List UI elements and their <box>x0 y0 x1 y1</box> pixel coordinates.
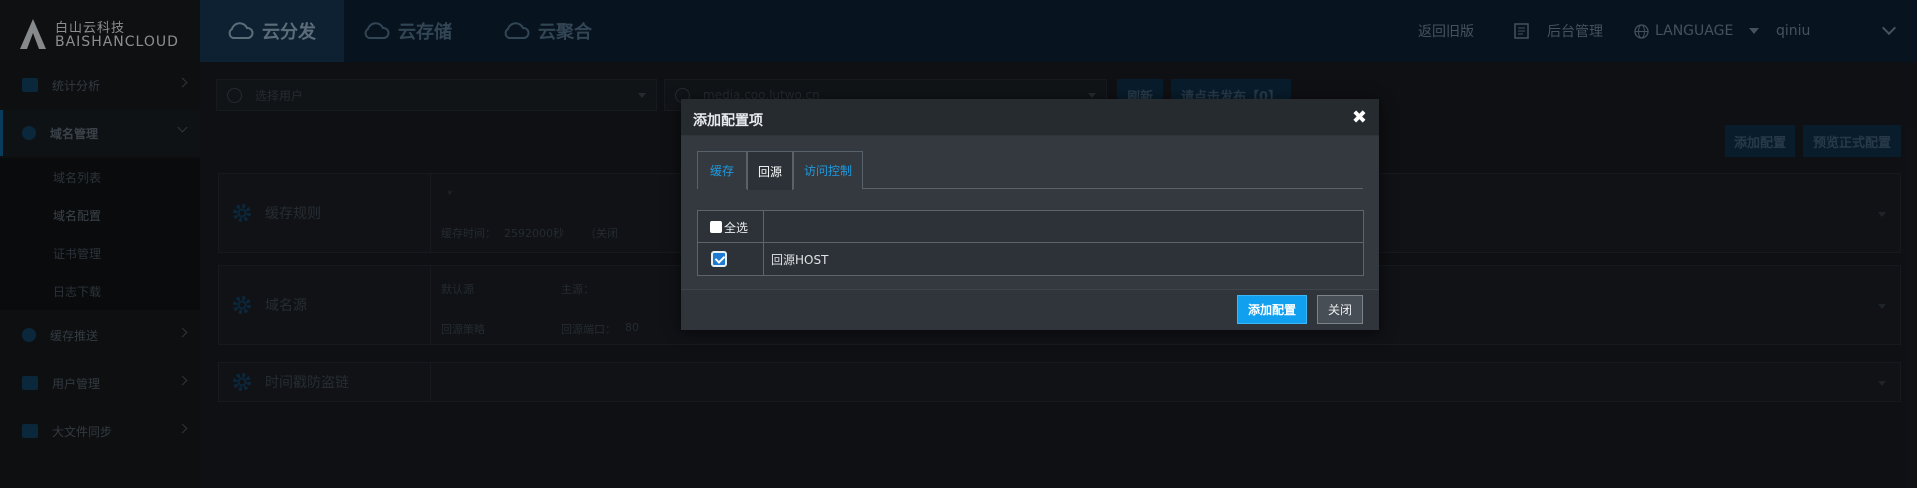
dialog-tabs: 缓存 回源 访问控制 <box>697 151 1363 190</box>
dialog-title: 添加配置项 <box>693 113 763 129</box>
close-icon[interactable]: ✖ <box>1352 107 1367 128</box>
dialog-header: 添加配置项 ✖ <box>681 99 1379 136</box>
tab-origin[interactable]: 回源 <box>747 151 793 190</box>
select-all-checkbox[interactable] <box>710 221 722 233</box>
close-dialog-button[interactable]: 关闭 <box>1317 295 1363 324</box>
option-label: 回源HOST <box>771 252 829 267</box>
tab-access-control[interactable]: 访问控制 <box>793 151 863 189</box>
tab-cache[interactable]: 缓存 <box>697 151 747 189</box>
select-all-cell[interactable]: 全选 <box>698 211 764 243</box>
confirm-add-config-button[interactable]: 添加配置 <box>1237 295 1307 324</box>
origin-host-checkbox[interactable] <box>711 251 727 267</box>
select-all-label: 全选 <box>724 220 749 235</box>
table-header-row: 全选 <box>698 211 1363 243</box>
options-table: 全选 回源HOST <box>697 210 1364 276</box>
table-row: 回源HOST <box>698 242 1363 275</box>
row-checkbox-cell[interactable] <box>698 243 764 275</box>
